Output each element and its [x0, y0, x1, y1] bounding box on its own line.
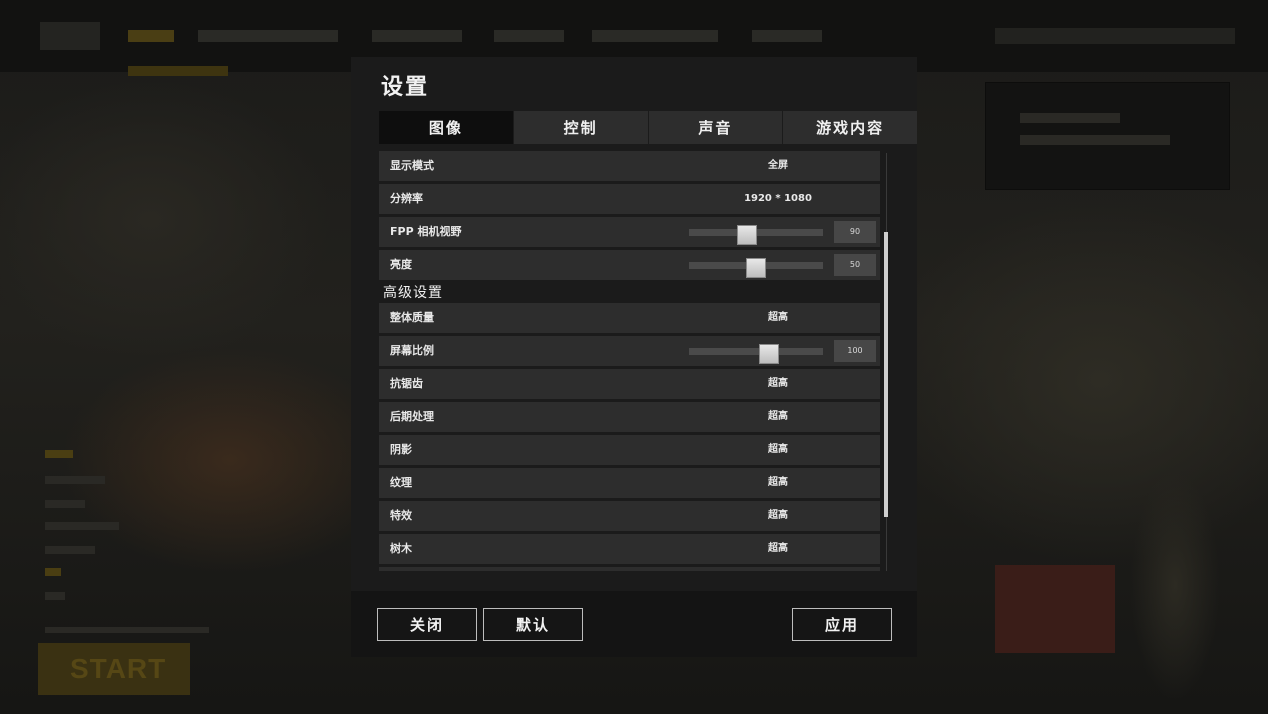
- background-logo: [40, 22, 100, 50]
- background-menu-item: [45, 627, 209, 633]
- background-menu-item: [45, 568, 61, 576]
- setting-row-resolution[interactable]: 分辨率 1920 * 1080: [379, 184, 880, 214]
- background-start-button: START: [38, 643, 190, 695]
- dialog-footer: 关闭 默认 应用: [351, 591, 917, 657]
- setting-row-screen-scale: 屏幕比例 100: [379, 336, 880, 366]
- slider-handle[interactable]: [746, 258, 766, 278]
- brightness-input[interactable]: 50: [834, 254, 876, 276]
- background-menu-item: [45, 476, 105, 484]
- setting-label: 亮度: [390, 258, 412, 271]
- setting-row-fpp-fov: FPP 相机视野 90: [379, 217, 880, 247]
- setting-row-partial: [379, 567, 880, 571]
- tab-controls[interactable]: 控制: [513, 111, 648, 144]
- settings-list: 显示模式 全屏 分辨率 1920 * 1080 FPP 相机视野 90 亮度 5…: [379, 151, 880, 571]
- background-nav-item: [198, 30, 338, 42]
- settings-dialog: 设置 图像 控制 声音 游戏内容 显示模式 全屏 分辨率 1920 * 1080…: [351, 57, 917, 657]
- background-red-panel: [995, 565, 1115, 653]
- close-button[interactable]: 关闭: [377, 608, 477, 641]
- setting-value[interactable]: 全屏: [679, 151, 877, 181]
- setting-value[interactable]: 超高: [679, 435, 877, 465]
- setting-label: 树木: [390, 542, 412, 555]
- background-start-label: START: [70, 653, 167, 684]
- setting-row-shadows[interactable]: 阴影 超高: [379, 435, 880, 465]
- setting-row-brightness: 亮度 50: [379, 250, 880, 280]
- setting-label: 纹理: [390, 476, 412, 489]
- setting-value[interactable]: 超高: [679, 402, 877, 432]
- background-nav-item: [128, 30, 174, 42]
- background-character: [1130, 470, 1220, 700]
- setting-value[interactable]: 超高: [679, 468, 877, 498]
- background-ad-panel: [985, 82, 1230, 190]
- setting-row-anti-aliasing[interactable]: 抗锯齿 超高: [379, 369, 880, 399]
- setting-value[interactable]: 超高: [679, 303, 877, 333]
- setting-label: 分辨率: [390, 192, 423, 205]
- background-nav-item: [372, 30, 462, 42]
- slider-handle[interactable]: [759, 344, 780, 364]
- setting-row-effects[interactable]: 特效 超高: [379, 501, 880, 531]
- setting-value[interactable]: 超高: [679, 534, 877, 564]
- setting-row-foliage[interactable]: 树木 超高: [379, 534, 880, 564]
- setting-label: FPP 相机视野: [390, 225, 462, 238]
- tab-audio[interactable]: 声音: [648, 111, 783, 144]
- background-subnav: [128, 66, 228, 76]
- tab-gameplay[interactable]: 游戏内容: [783, 111, 917, 144]
- apply-button[interactable]: 应用: [792, 608, 892, 641]
- setting-row-overall-quality[interactable]: 整体质量 超高: [379, 303, 880, 333]
- setting-row-textures[interactable]: 纹理 超高: [379, 468, 880, 498]
- setting-label: 显示模式: [390, 159, 434, 172]
- fpp-fov-slider[interactable]: [689, 225, 823, 245]
- setting-row-post-processing[interactable]: 后期处理 超高: [379, 402, 880, 432]
- background-nav-item: [752, 30, 822, 42]
- background-menu-item: [45, 450, 73, 458]
- slider-handle[interactable]: [736, 225, 757, 245]
- screen-scale-input[interactable]: 100: [834, 340, 876, 362]
- background-menu-item: [45, 546, 95, 554]
- background-menu-item: [45, 500, 85, 508]
- background-menu-item: [45, 592, 65, 600]
- settings-tabs: 图像 控制 声音 游戏内容: [379, 111, 917, 144]
- setting-label: 特效: [390, 509, 412, 522]
- setting-value[interactable]: 1920 * 1080: [679, 184, 877, 214]
- setting-label: 整体质量: [390, 311, 434, 324]
- brightness-slider[interactable]: [689, 258, 823, 278]
- setting-label: 屏幕比例: [390, 344, 434, 357]
- setting-value[interactable]: 超高: [679, 501, 877, 531]
- default-button[interactable]: 默认: [483, 608, 583, 641]
- scrollbar-thumb[interactable]: [884, 232, 888, 517]
- background-menu-item: [45, 522, 119, 530]
- dialog-title: 设置: [381, 75, 430, 100]
- background-nav-item: [494, 30, 564, 42]
- background-nav-item: [592, 30, 718, 42]
- fpp-fov-input[interactable]: 90: [834, 221, 876, 243]
- tab-graphics[interactable]: 图像: [379, 111, 513, 144]
- advanced-settings-heading: 高级设置: [383, 285, 443, 301]
- setting-label: 抗锯齿: [390, 377, 423, 390]
- screen-scale-slider[interactable]: [689, 344, 823, 364]
- setting-value[interactable]: 超高: [679, 369, 877, 399]
- setting-row-display-mode[interactable]: 显示模式 全屏: [379, 151, 880, 181]
- background-account-bar: [995, 28, 1235, 44]
- setting-label: 后期处理: [390, 410, 434, 423]
- setting-label: 阴影: [390, 443, 412, 456]
